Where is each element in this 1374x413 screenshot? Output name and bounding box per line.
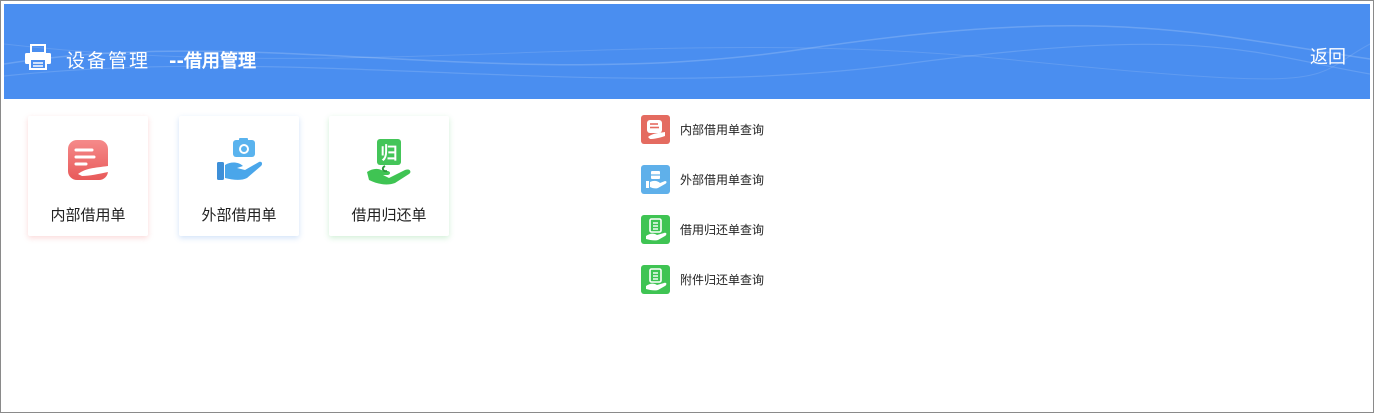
hand-box-icon — [641, 164, 670, 194]
hand-return-icon: 归 — [367, 139, 411, 185]
header-bar: 设备管理 --借用管理 返回 — [4, 4, 1370, 99]
hand-camera-icon — [217, 138, 263, 180]
query-external-borrow[interactable]: 外部借用单查询 — [641, 164, 764, 194]
printer-icon — [25, 44, 51, 70]
card-label: 借用归还单 — [351, 206, 427, 224]
page-subtitle: --借用管理 — [169, 51, 256, 72]
query-accessory-return[interactable]: 附件归还单查询 — [641, 264, 764, 294]
hand-document-icon — [68, 140, 108, 180]
hand-document-icon — [641, 114, 670, 144]
query-internal-borrow[interactable]: 内部借用单查询 — [641, 114, 764, 144]
query-label: 外部借用单查询 — [680, 172, 765, 187]
page-title: 设备管理 — [66, 50, 151, 72]
query-label: 附件归还单查询 — [680, 272, 765, 287]
query-label: 借用归还单查询 — [680, 222, 765, 237]
card-internal-borrow[interactable]: 内部借用单 — [28, 116, 148, 236]
svg-text:归: 归 — [381, 143, 398, 164]
hand-return-icon — [641, 214, 670, 244]
card-label: 内部借用单 — [50, 206, 126, 224]
query-label: 内部借用单查询 — [680, 122, 765, 137]
back-button[interactable]: 返回 — [1310, 43, 1346, 69]
card-borrow-return[interactable]: 归 借用归还单 — [329, 116, 449, 236]
query-borrow-return[interactable]: 借用归还单查询 — [641, 214, 764, 244]
hand-return-icon — [641, 264, 670, 294]
app-window: 设备管理 --借用管理 返回 内部借用单 外部借用单 归 借用归还单 内部借用单… — [0, 0, 1374, 413]
card-label: 外部借用单 — [201, 206, 277, 224]
card-external-borrow[interactable]: 外部借用单 — [179, 116, 299, 236]
